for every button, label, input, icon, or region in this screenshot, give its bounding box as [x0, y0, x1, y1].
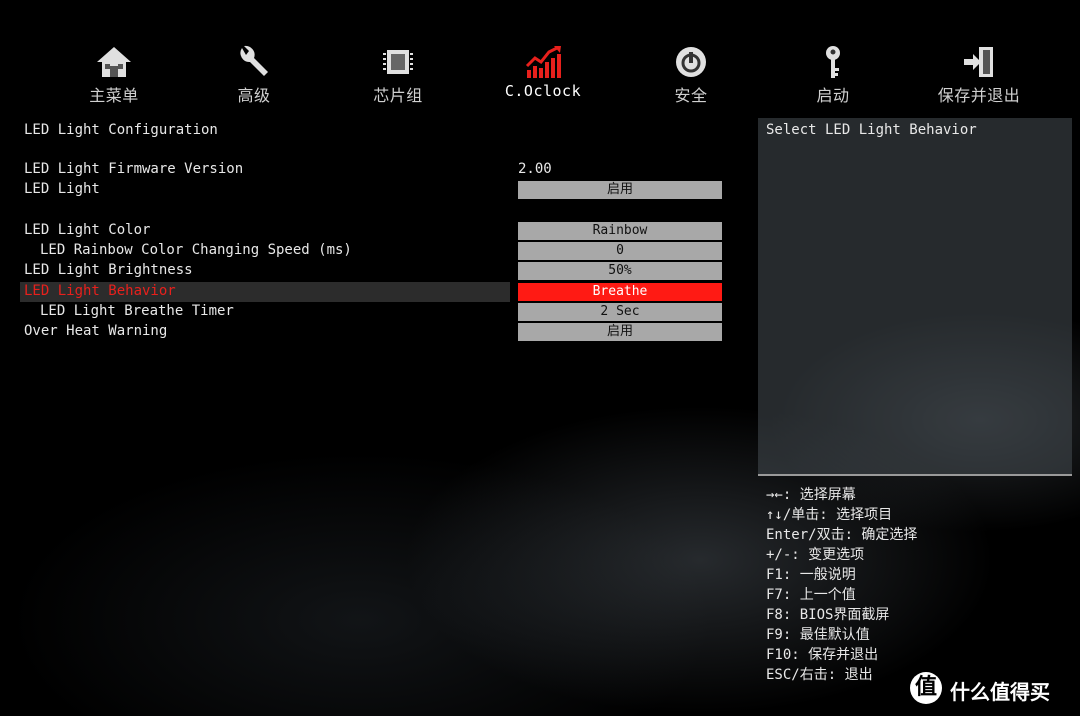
key-hint: F1: 一般说明: [766, 567, 856, 583]
nav-tab-main[interactable]: 主菜单: [54, 40, 174, 105]
watermark-logo: 值: [910, 672, 942, 704]
nav-tab-boot[interactable]: 启动: [773, 40, 893, 105]
setting-label: LED Light Firmware Version: [24, 161, 244, 177]
setting-label: Over Heat Warning: [24, 323, 168, 339]
key-hint: F8: BIOS界面截屏: [766, 607, 890, 623]
home-icon: [97, 47, 131, 77]
nav-tab-label: 主菜单: [89, 86, 139, 105]
setting-row-firmware-version: LED Light Firmware Version 2.00: [20, 160, 730, 180]
nav-tab-label: 安全: [674, 86, 708, 105]
nav-tab-security[interactable]: 安全: [631, 40, 751, 105]
setting-row-breathe-timer[interactable]: LED Light Breathe Timer 2 Sec: [20, 302, 730, 322]
nav-tab-label: 高级: [237, 86, 271, 105]
setting-row-led-color[interactable]: LED Light Color Rainbow: [20, 221, 730, 241]
nav-tab-label: 芯片组: [373, 86, 423, 105]
setting-label: LED Light Color: [24, 222, 151, 238]
setting-label: LED Light Behavior: [24, 283, 176, 299]
setting-row-rainbow-speed[interactable]: LED Rainbow Color Changing Speed (ms) 0: [20, 241, 730, 261]
power-shield-icon: [676, 47, 706, 77]
setting-value-box[interactable]: 启用: [518, 323, 722, 341]
chip-icon: [383, 50, 413, 74]
setting-label: LED Light: [24, 181, 100, 197]
key-hint: ↑↓/单击: 选择项目: [766, 507, 893, 523]
nav-tab-label: 保存并退出: [937, 86, 1021, 105]
help-description: Select LED Light Behavior: [766, 122, 977, 138]
setting-value-box[interactable]: Breathe: [518, 283, 722, 301]
setting-value-box[interactable]: Rainbow: [518, 222, 722, 240]
key-hint: F10: 保存并退出: [766, 647, 879, 663]
key-icon: [826, 46, 840, 78]
setting-value-box[interactable]: 2 Sec: [518, 303, 722, 321]
setting-value: 2.00: [518, 161, 552, 177]
setting-label: LED Light Brightness: [24, 262, 193, 278]
setting-row-brightness[interactable]: LED Light Brightness 50%: [20, 261, 730, 281]
nav-tab-label: C.Oclock: [504, 82, 582, 100]
key-hint: F9: 最佳默认值: [766, 627, 870, 643]
setting-value-box[interactable]: 50%: [518, 262, 722, 280]
watermark: 值 什么值得买: [908, 672, 1078, 706]
watermark-text: 什么值得买: [950, 680, 1050, 704]
key-legend: →←: 选择屏幕 ↑↓/单击: 选择项目 Enter/双击: 确定选择 +/-:…: [766, 484, 1066, 684]
setting-value-box[interactable]: 0: [518, 242, 722, 260]
setting-row-led-light[interactable]: LED Light 启用: [20, 180, 730, 200]
overclock-chart-icon: [525, 46, 561, 78]
top-navigation: 主菜单 高级 芯片组 C.Oclock 安全 启动 保存并退出: [40, 40, 1040, 105]
key-hint: Enter/双击: 确定选择: [766, 527, 918, 543]
wrench-icon: [240, 45, 268, 76]
exit-door-icon: [964, 47, 993, 77]
nav-tab-label: 启动: [816, 86, 850, 105]
nav-tab-advanced[interactable]: 高级: [194, 40, 314, 105]
nav-tab-coclock[interactable]: C.Oclock: [483, 40, 603, 104]
nav-tab-save-exit[interactable]: 保存并退出: [919, 40, 1039, 105]
setting-label: LED Rainbow Color Changing Speed (ms): [40, 242, 352, 258]
setting-value-box[interactable]: 启用: [518, 181, 722, 199]
key-hint: →←: 选择屏幕: [766, 487, 856, 503]
section-title: LED Light Configuration: [24, 122, 218, 138]
nav-tab-chipset[interactable]: 芯片组: [338, 40, 458, 105]
key-hint: +/-: 变更选项: [766, 547, 865, 563]
settings-panel: LED Light Configuration LED Light Firmwa…: [20, 118, 730, 678]
setting-row-behavior[interactable]: LED Light Behavior Breathe: [20, 282, 730, 302]
setting-label: LED Light Breathe Timer: [40, 303, 234, 319]
setting-row-over-heat-warning[interactable]: Over Heat Warning 启用: [20, 322, 730, 342]
help-panel: Select LED Light Behavior: [758, 118, 1072, 476]
key-hint: F7: 上一个值: [766, 587, 856, 603]
